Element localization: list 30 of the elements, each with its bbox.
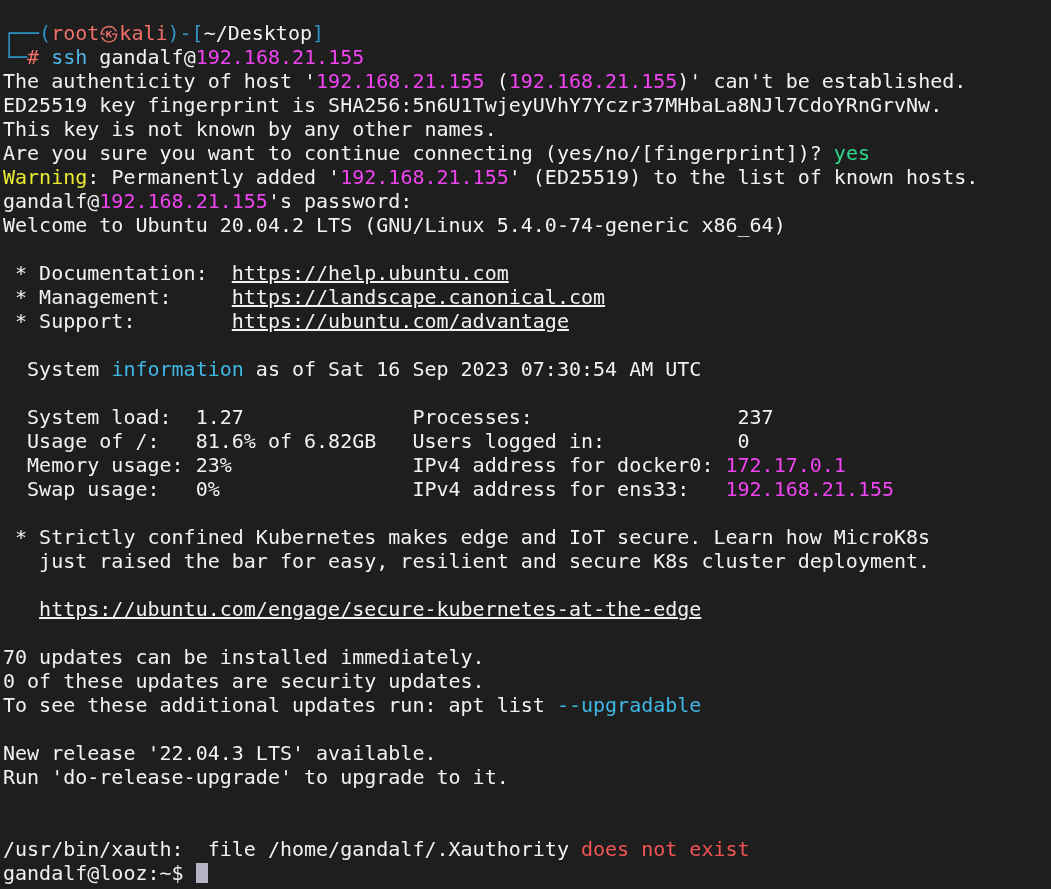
- terminal-line: Swap usage: 0% IPv4 address for ens33: 192.168.21.155: [26, 477, 895, 501]
- terminal-line: Memory usage: 23% IPv4 address for docker0: 172.17.0.1: [26, 453, 846, 477]
- terminal-line: Run 'do-release-upgrade' to upgrade to it.: [3, 765, 509, 789]
- terminal-line: Warning: Permanently added '192.168.21.155' (ED25519) to the list of known hosts.: [3, 165, 979, 189]
- terminal-line: 70 updates can be installed immediately.: [3, 645, 485, 669]
- url-link[interactable]: https://help.ubuntu.com: [231, 261, 509, 285]
- terminal-line: The authenticity of host '192.168.21.155 (192.168.21.155)' can't be established.: [3, 69, 967, 93]
- terminal-line: New release '22.04.3 LTS' available.: [3, 741, 437, 765]
- terminal-text: * Documentation:: [14, 261, 209, 285]
- terminal-line: ┌──(root㉿kali)-[~/Desktop]: [3, 21, 325, 45]
- terminal-line: gandalf@192.168.21.155's password:: [3, 189, 413, 213]
- terminal-line: To see these additional updates run: apt list --upgradable: [3, 693, 702, 717]
- terminal-text: * Support:: [14, 309, 137, 333]
- terminal-line: This key is not known by any other names.: [3, 117, 497, 141]
- terminal-line: just raised the bar for easy, resilient and secure K8s cluster deployment.: [38, 549, 931, 573]
- terminal-line: Welcome to Ubuntu 20.04.2 LTS (GNU/Linux 5.4.0-74-generic x86_64): [3, 213, 786, 237]
- terminal-line: System load: 1.27 Processes: 237: [26, 405, 774, 429]
- terminal-text: * Management:: [14, 285, 173, 309]
- terminal-line: System information as of Sat 16 Sep 2023 07:30:54 AM UTC: [26, 357, 702, 381]
- terminal-text: gandalf@looz:~$: [3, 861, 185, 885]
- terminal-line: Usage of /: 81.6% of 6.82GB Users logged in: 0: [26, 429, 750, 453]
- terminal-line: ED25519 key fingerprint is SHA256:5n6U1TwjeyUVhY7Yczr37MHbaLa8NJl7CdoYRnGrvNw.: [3, 93, 943, 117]
- terminal-line: * Strictly confined Kubernetes makes edge and IoT secure. Learn how MicroK8s: [14, 525, 931, 549]
- terminal-line: Are you sure you want to continue connecting (yes/no/[fingerprint])? yes: [3, 141, 870, 165]
- url-link[interactable]: https://landscape.canonical.com: [231, 285, 606, 309]
- terminal-line: 0 of these updates are security updates.: [3, 669, 485, 693]
- terminal-line: /usr/bin/xauth: file /home/gandalf/.Xauthority does not exist: [3, 837, 750, 861]
- terminal-line: └─# ssh gandalf@192.168.21.155: [3, 45, 365, 69]
- url-link[interactable]: https://ubuntu.com/advantage: [231, 309, 569, 333]
- url-link[interactable]: https://ubuntu.com/engage/secure-kubernetes-at-the-edge: [39, 597, 702, 621]
